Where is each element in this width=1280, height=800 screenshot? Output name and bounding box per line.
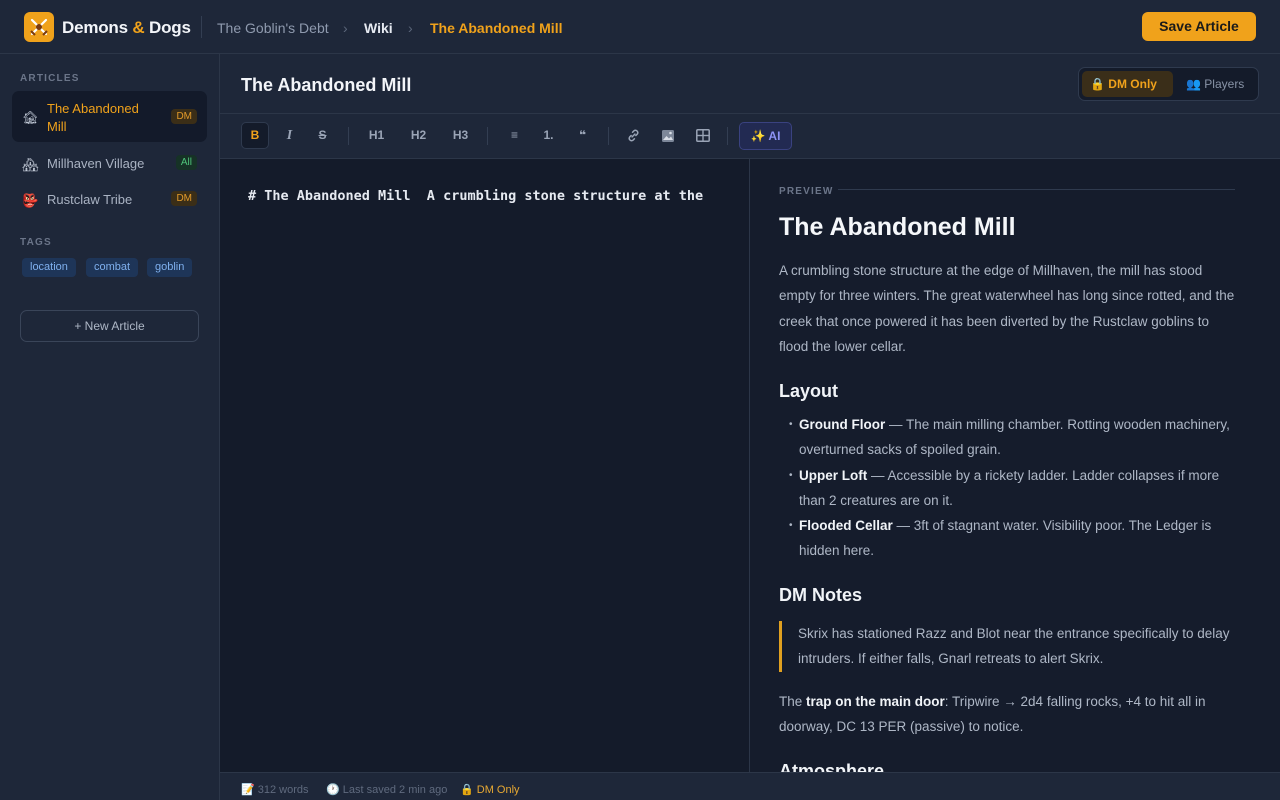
breadcrumb-separator: › [343, 20, 348, 36]
clock-icon: 🕐 [326, 784, 340, 796]
preview-dm-quote: Skrix has stationed Razz and Blot near t… [779, 621, 1239, 672]
tag-combat[interactable]: combat [86, 258, 139, 277]
preview-trap-paragraph: The trap on the main door: Tripwire → 2d… [779, 689, 1239, 740]
tag-location[interactable]: location [22, 258, 76, 277]
header-divider [201, 16, 202, 38]
building-icon: 🏚 [22, 110, 39, 125]
breadcrumb-campaign[interactable]: The Goblin's Debt [217, 20, 329, 36]
trap-bold-text: trap on the main door [806, 694, 945, 709]
brand-ampersand: & [132, 18, 145, 37]
ai-assist-button[interactable]: ✨ AI [739, 122, 792, 150]
visibility-option-label: Players [1204, 77, 1245, 91]
brand-name-part-2: Dogs [149, 18, 191, 37]
toolbar-divider [608, 127, 609, 145]
status-bar: 📝 312 words 🕐 Last saved 2 min ago 🔒 DM … [220, 772, 1280, 800]
article-header: The Abandoned Mill 🔒 DM Only 👥 Players [220, 54, 1280, 114]
last-saved-text: Last saved 2 min ago [342, 784, 448, 796]
list-item-title: Flooded Cellar [799, 518, 893, 534]
bullet-list-button[interactable]: ≡ [501, 122, 528, 149]
preview-title: The Abandoned Mill [779, 213, 1016, 241]
visibility-badge: DM [171, 191, 197, 206]
heading-1-button[interactable]: H1 [363, 122, 390, 149]
toolbar-divider [727, 127, 728, 145]
top-bar: Demons & Dogs The Goblin's Debt › Wiki ›… [0, 0, 1280, 54]
quote-button[interactable]: ❝ [569, 122, 596, 149]
sidebar-item-abandoned-mill[interactable]: 🏚 The Abandoned Mill DM [12, 91, 207, 142]
status-visibility-text: DM Only [476, 784, 520, 796]
heading-3-button[interactable]: H3 [447, 122, 474, 149]
bold-button[interactable]: B [241, 122, 269, 149]
preview-intro-paragraph: A crumbling stone structure at the edge … [779, 263, 1235, 354]
tags-section-label: TAGS [20, 237, 52, 248]
format-toolbar: B I S H1 H2 H3 ≡ 1. ❝ ✨ AI [220, 114, 1280, 159]
tag-goblin[interactable]: goblin [147, 258, 193, 277]
preview-layout-heading: Layout [779, 381, 839, 401]
toolbar-divider [487, 127, 488, 145]
brand-name-part-1: Demons [62, 18, 128, 37]
toolbar-divider [348, 127, 349, 145]
goblin-face-icon: 👺 [22, 193, 39, 208]
sidebar-item-millhaven-village[interactable]: 🏘 Millhaven Village All [12, 151, 207, 177]
preview-layout-list: Ground Floor — The main milling chamber.… [789, 412, 1239, 564]
sidebar: ARTICLES 🏚 The Abandoned Mill DM 🏘 Millh… [0, 54, 220, 800]
visibility-toggle: 🔒 DM Only 👥 Players [1078, 67, 1259, 101]
article-label: Millhaven Village [47, 156, 145, 171]
preview-pane: PREVIEW The Abandoned Mill A crumbling s… [750, 159, 1280, 772]
articles-section-label: ARTICLES [20, 73, 80, 84]
app-brand[interactable]: Demons & Dogs [62, 18, 191, 38]
image-icon[interactable] [654, 122, 681, 149]
crossed-swords-logo-icon[interactable] [24, 12, 54, 42]
visibility-players-option[interactable]: 👥 Players [1178, 71, 1256, 97]
lock-icon: 🔒 [1090, 77, 1105, 91]
word-count-text: 312 words [257, 784, 309, 796]
visibility-option-label: DM Only [1108, 77, 1157, 91]
ai-label: AI [768, 129, 781, 143]
list-item: Upper Loft — Accessible by a rickety lad… [789, 463, 1239, 514]
preview-divider [838, 189, 1235, 190]
markdown-editor[interactable]: # The Abandoned Mill A crumbling stone s… [220, 159, 750, 772]
preview-dm-notes-heading: DM Notes [779, 585, 863, 605]
sidebar-item-rustclaw-tribe[interactable]: 👺 Rustclaw Tribe DM [12, 187, 207, 213]
table-icon[interactable] [689, 122, 716, 149]
visibility-badge: All [175, 155, 197, 170]
ordered-list-button[interactable]: 1. [535, 122, 562, 149]
article-title[interactable]: The Abandoned Mill [241, 75, 411, 96]
list-item: Ground Floor — The main milling chamber.… [789, 412, 1239, 463]
breadcrumb-wiki[interactable]: Wiki [364, 20, 393, 36]
visibility-badge: DM [171, 109, 197, 124]
italic-button[interactable]: I [276, 122, 303, 149]
document-icon: 📝 [241, 784, 255, 796]
last-saved: 🕐 Last saved 2 min ago [326, 783, 447, 796]
players-icon: 👥 [1186, 77, 1201, 91]
village-icon: 🏘 [22, 157, 39, 172]
lock-icon: 🔒 [460, 784, 474, 796]
preview-label: PREVIEW [779, 186, 834, 197]
list-item-title: Ground Floor [799, 417, 886, 432]
status-visibility: 🔒 DM Only [460, 783, 520, 796]
list-item: Flooded Cellar — 3ft of stagnant water. … [789, 513, 1239, 564]
strikethrough-button[interactable]: S [309, 122, 336, 149]
word-count: 📝 312 words [241, 783, 309, 796]
link-icon[interactable] [620, 122, 647, 149]
sparkles-icon: ✨ [750, 129, 766, 143]
trap-prefix: The [779, 694, 807, 709]
breadcrumb-separator: › [408, 20, 413, 36]
article-label: The Abandoned Mill [47, 101, 139, 134]
breadcrumb-current-article: The Abandoned Mill [430, 20, 563, 36]
article-label: Rustclaw Tribe [47, 192, 133, 207]
save-article-button[interactable]: Save Article [1142, 12, 1256, 41]
visibility-dm-only-option[interactable]: 🔒 DM Only [1082, 71, 1173, 97]
new-article-button[interactable]: + New Article [20, 310, 199, 342]
editor-content[interactable]: # The Abandoned Mill A crumbling stone s… [248, 188, 706, 204]
list-item-title: Upper Loft [799, 467, 868, 483]
heading-2-button[interactable]: H2 [405, 122, 432, 149]
preview-atmosphere-heading: Atmosphere [779, 761, 885, 772]
